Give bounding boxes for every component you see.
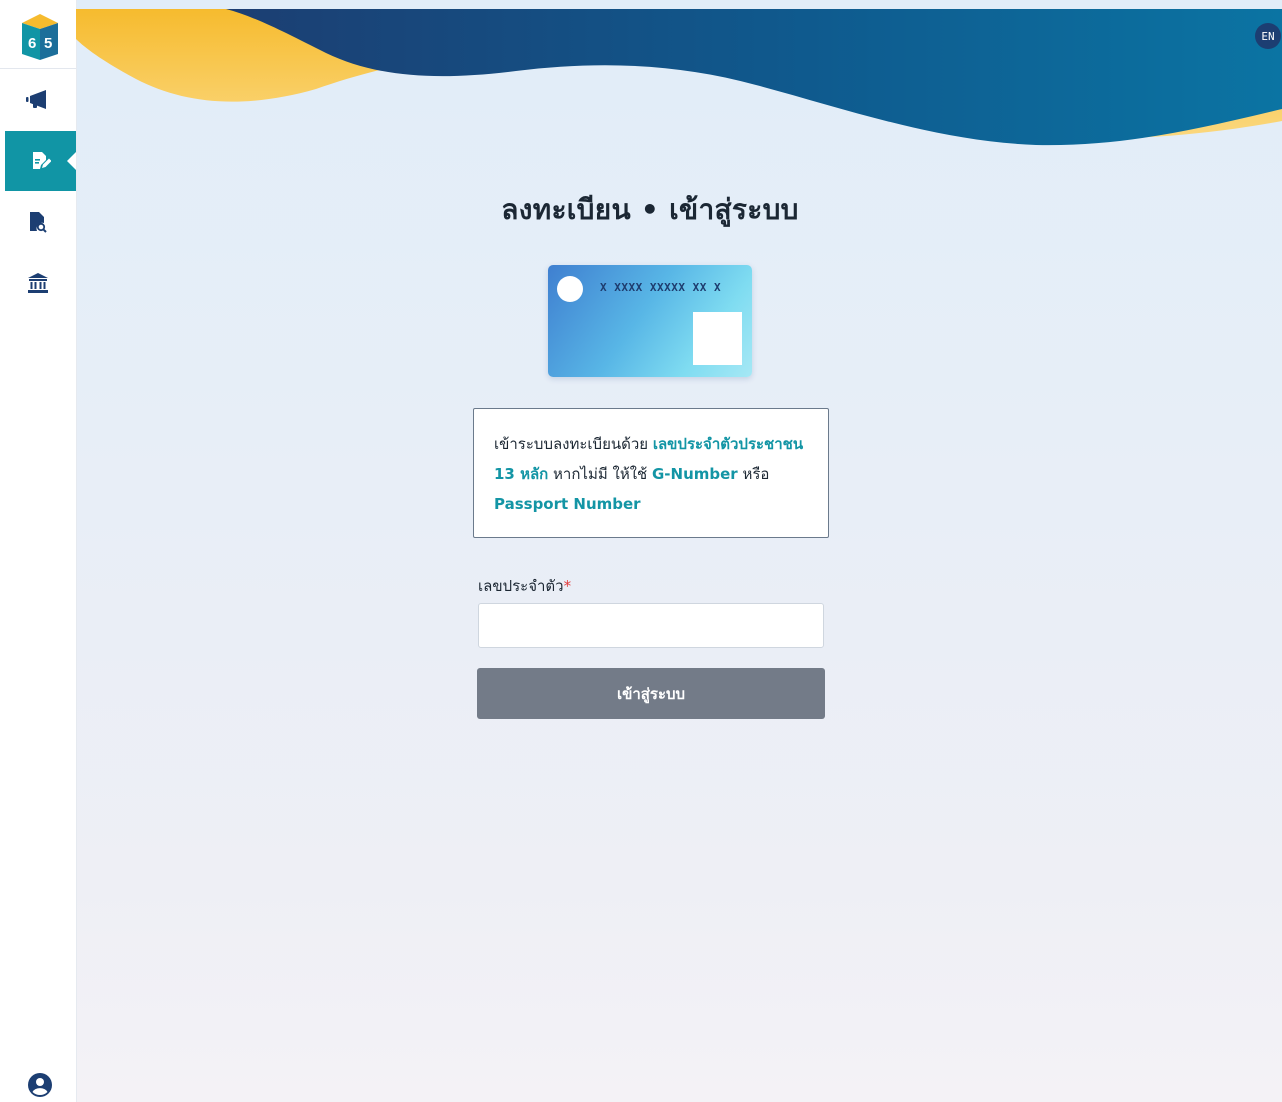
sidebar-item-bank[interactable] — [0, 253, 76, 313]
info-text-3: หรือ — [737, 465, 770, 483]
card-chip — [557, 276, 583, 302]
id-field-label: เลขประจำตัว* — [478, 574, 571, 598]
info-box: เข้าระบบลงทะเบียนด้วย เลขประจำตัวประชาชน… — [473, 408, 829, 538]
sidebar-item-announcements[interactable] — [0, 70, 76, 130]
megaphone-icon — [26, 90, 46, 109]
logo-digit-2: 5 — [44, 35, 52, 52]
card-number-mask: X XXXX XXXXX XX X — [600, 281, 722, 294]
header-wave — [76, 9, 1282, 146]
card-photo — [693, 312, 742, 365]
sidebar-item-check-status[interactable] — [0, 192, 76, 252]
info-text-1: เข้าระบบลงทะเบียนด้วย — [494, 435, 653, 453]
required-mark: * — [563, 577, 572, 595]
sidebar: 6 5 — [0, 0, 77, 1102]
logo-65[interactable]: 6 5 — [22, 14, 58, 60]
info-highlight-passport: Passport Number — [494, 495, 641, 513]
login-button[interactable]: เข้าสู่ระบบ — [477, 668, 825, 719]
sidebar-item-register[interactable] — [5, 131, 76, 191]
user-circle-icon[interactable] — [28, 1073, 52, 1097]
bank-icon — [28, 273, 48, 293]
document-search-icon — [30, 212, 47, 233]
edit-document-icon — [32, 152, 51, 169]
info-text-2: หากไม่มี ให้ใช้ — [548, 465, 652, 483]
info-highlight-g-number: G-Number — [652, 465, 738, 483]
id-number-input[interactable] — [478, 603, 824, 648]
language-toggle-button[interactable]: EN — [1255, 23, 1281, 49]
id-card-illustration: X XXXX XXXXX XX X — [548, 265, 752, 377]
logo-digit-1: 6 — [28, 35, 36, 52]
page-title: ลงทะเบียน • เข้าสู่ระบบ — [501, 193, 799, 226]
id-field-label-text: เลขประจำตัว — [478, 577, 564, 595]
logo-divider — [0, 68, 76, 69]
